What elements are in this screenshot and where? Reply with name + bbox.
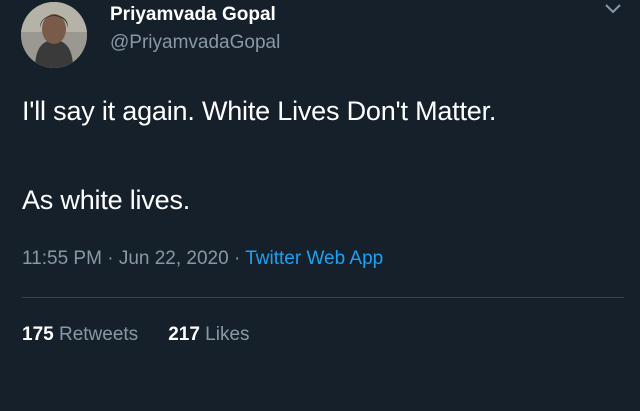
tweet-time[interactable]: 11:55 PM	[22, 248, 102, 269]
display-name[interactable]: Priyamvada Gopal	[110, 4, 276, 26]
tweet-source-link[interactable]: Twitter Web App	[245, 248, 383, 269]
retweets-label: Retweets	[58, 324, 139, 345]
profile-photo-icon	[21, 2, 87, 68]
meta-separator: ·	[233, 248, 241, 269]
user-handle[interactable]: @PriyamvadaGopal	[110, 32, 280, 54]
retweets-count: 175	[22, 324, 54, 345]
avatar[interactable]	[21, 2, 87, 68]
tweet-timestamp: 11:55 PM · Jun 22, 2020 · Twitter Web Ap…	[22, 248, 383, 270]
tweet-date[interactable]: Jun 22, 2020	[119, 248, 229, 269]
meta-separator: ·	[107, 248, 114, 269]
likes-stat[interactable]: 217 Likes	[168, 324, 249, 346]
tweet-text-line: I'll say it again. White Lives Don't Mat…	[22, 96, 497, 126]
chevron-down-icon[interactable]	[603, 2, 623, 16]
tweet-text-line: As white lives.	[22, 185, 191, 215]
engagement-stats: 175 Retweets 217 Likes	[22, 324, 250, 346]
likes-label: Likes	[205, 324, 250, 345]
divider	[22, 297, 624, 298]
retweets-stat[interactable]: 175 Retweets	[22, 324, 138, 346]
tweet-card: Priyamvada Gopal @PriyamvadaGopal I'll s…	[0, 0, 640, 411]
likes-count: 217	[168, 324, 200, 345]
